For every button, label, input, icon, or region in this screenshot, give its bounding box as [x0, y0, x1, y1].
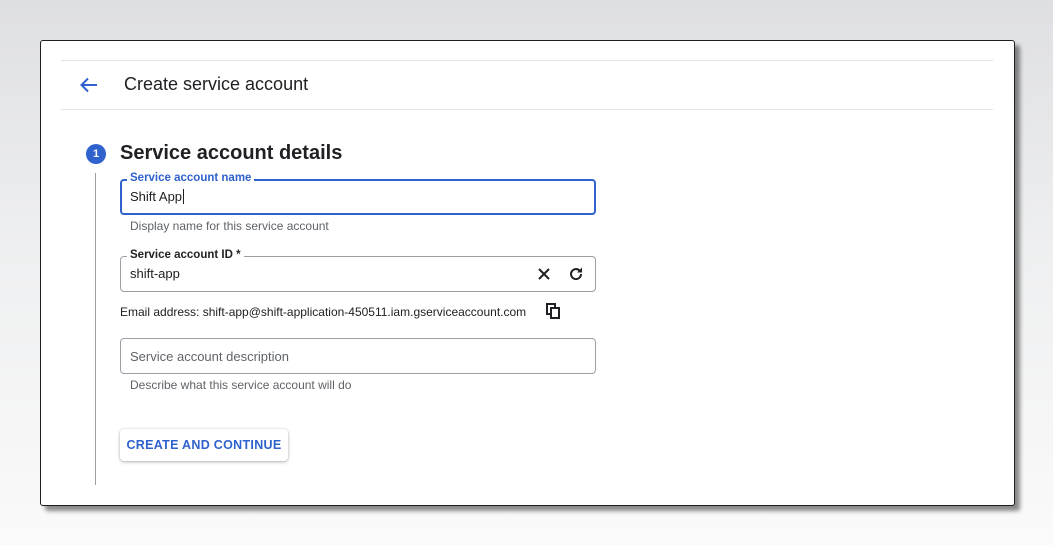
step-number-badge: 1 [86, 144, 106, 164]
service-account-id-label: Service account ID * [127, 249, 244, 262]
step-title: Service account details [120, 142, 343, 164]
service-account-id-field[interactable]: Service account ID * shift-app [120, 249, 596, 292]
back-button[interactable] [77, 73, 101, 97]
create-and-continue-button[interactable]: CREATE AND CONTINUE [120, 429, 288, 461]
service-account-name-label: Service account name [127, 172, 255, 185]
divider-top [61, 60, 993, 61]
service-account-description-field[interactable]: Service account description [120, 338, 596, 374]
refresh-icon [570, 267, 583, 281]
service-account-name-field[interactable]: Service account name Shift App [120, 172, 596, 215]
email-address-text: Email address: shift-app@shift-applicati… [120, 305, 527, 319]
text-caret [183, 189, 185, 204]
dialog-card: Create service account 1 Service account… [40, 40, 1015, 506]
service-account-name-input[interactable]: Shift App [130, 189, 185, 204]
service-account-id-input[interactable]: shift-app [130, 266, 180, 281]
copy-icon [546, 303, 560, 319]
service-account-description-hint: Describe what this service account will … [130, 378, 352, 392]
arrow-left-icon [80, 77, 97, 93]
service-account-name-value: Shift App [130, 189, 183, 204]
step-connector-line [95, 173, 96, 485]
copy-email-button[interactable] [544, 302, 562, 320]
regenerate-id-button[interactable] [566, 264, 586, 284]
service-account-name-hint: Display name for this service account [130, 219, 329, 233]
service-account-description-placeholder[interactable]: Service account description [130, 349, 289, 364]
clear-id-button[interactable] [534, 264, 554, 284]
page-title: Create service account [124, 74, 309, 94]
divider-header [61, 109, 993, 110]
close-icon [538, 268, 550, 280]
